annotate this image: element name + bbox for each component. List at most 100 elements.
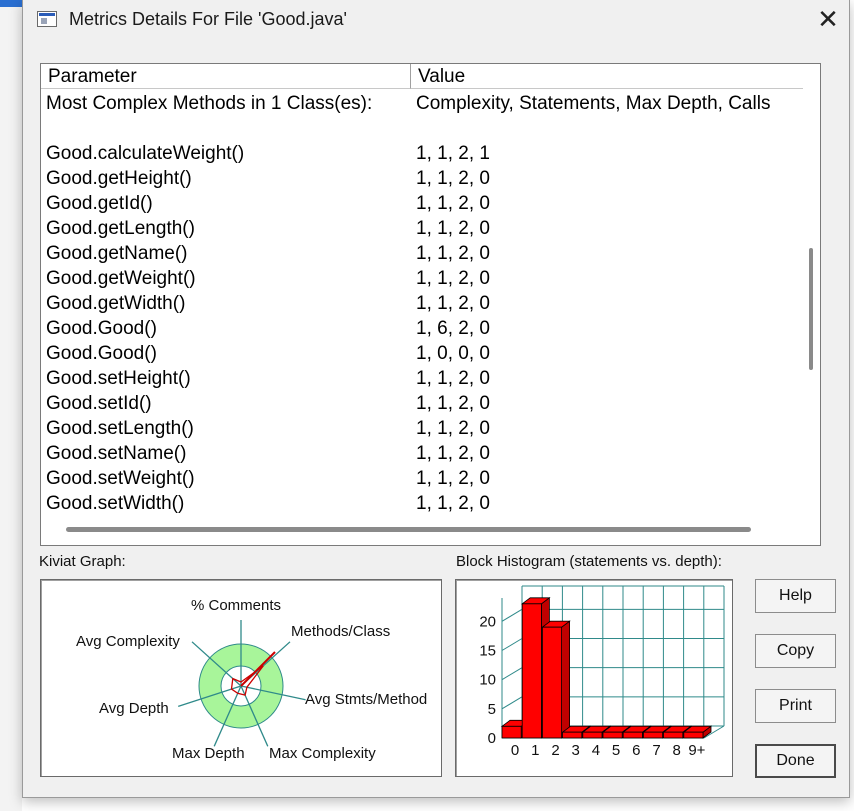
print-button[interactable]: Print xyxy=(755,689,836,723)
x-tick-label: 8 xyxy=(673,742,681,759)
column-header-parameter[interactable]: Parameter xyxy=(41,64,411,89)
axis-label-avg-depth: Avg Depth xyxy=(99,700,169,717)
window-title: Metrics Details For File 'Good.java' xyxy=(69,9,347,29)
parameter-cell: Good.getId() xyxy=(46,193,153,214)
x-tick-label: 9+ xyxy=(688,742,705,759)
value-cell: Complexity, Statements, Max Depth, Calls xyxy=(416,93,771,114)
x-tick-label: 3 xyxy=(572,742,580,759)
histogram-bar xyxy=(541,620,571,739)
app-window-icon xyxy=(37,11,57,27)
done-button[interactable]: Done xyxy=(755,744,836,778)
value-cell: 1, 1, 2, 0 xyxy=(416,368,490,389)
histogram-gridline xyxy=(501,608,523,622)
value-cell: 1, 0, 0, 0 xyxy=(416,343,490,364)
value-cell: 1, 1, 2, 0 xyxy=(416,418,490,439)
column-header-value[interactable]: Value xyxy=(411,64,803,89)
parameter-cell: Good.setWidth() xyxy=(46,493,185,514)
value-cell: 1, 1, 2, 0 xyxy=(416,443,490,464)
table-row[interactable]: Good.getWidth() 1, 1, 2, 0 xyxy=(41,291,803,316)
table-row[interactable]: Good.getId() 1, 1, 2, 0 xyxy=(41,191,803,216)
table-body: Most Complex Methods in 1 Class(es): Comp… xyxy=(41,91,803,516)
y-tick-label: 10 xyxy=(479,672,496,689)
parameter-cell: Good.getWeight() xyxy=(46,268,196,289)
vertical-scroll-thumb[interactable] xyxy=(809,248,813,370)
y-tick-label: 5 xyxy=(488,701,496,718)
table-row[interactable]: Good.getHeight() 1, 1, 2, 0 xyxy=(41,166,803,191)
parameter-cell: Good.getHeight() xyxy=(46,168,192,189)
close-button[interactable]: ✕ xyxy=(813,5,843,35)
axis-label-max-depth: Max Depth xyxy=(172,745,245,762)
y-tick-label: 20 xyxy=(479,613,496,630)
value-cell: 1, 1, 2, 0 xyxy=(416,468,490,489)
parameter-cell: Good.setId() xyxy=(46,393,152,414)
parameter-cell: Good.getWidth() xyxy=(46,293,186,314)
table-row[interactable] xyxy=(41,116,803,141)
value-cell: 1, 6, 2, 0 xyxy=(416,318,490,339)
table-row[interactable]: Good.Good() 1, 0, 0, 0 xyxy=(41,341,803,366)
axis-label-avg-complexity: Avg Complexity xyxy=(76,633,180,650)
y-tick-label: 15 xyxy=(479,643,496,660)
parameter-cell: Good.setWeight() xyxy=(46,468,195,489)
y-tick-label: 0 xyxy=(488,730,496,747)
parameter-cell: Good.calculateWeight() xyxy=(46,143,245,164)
parameter-cell: Good.setHeight() xyxy=(46,368,191,389)
table-row[interactable]: Good.setWeight() 1, 1, 2, 0 xyxy=(41,466,803,491)
table-row[interactable]: Good.calculateWeight() 1, 1, 2, 1 xyxy=(41,141,803,166)
table-row[interactable]: Good.setWidth() 1, 1, 2, 0 xyxy=(41,491,803,516)
x-tick-label: 5 xyxy=(612,742,620,759)
value-cell: 1, 1, 2, 0 xyxy=(416,393,490,414)
desktop-accent xyxy=(0,0,22,7)
block-histogram-label: Block Histogram (statements vs. depth): xyxy=(456,553,722,570)
value-cell: 1, 1, 2, 0 xyxy=(416,268,490,289)
desktop-background xyxy=(0,0,22,811)
x-tick-label: 1 xyxy=(531,742,539,759)
table-row[interactable]: Good.setHeight() 1, 1, 2, 0 xyxy=(41,366,803,391)
parameter-cell: Good.Good() xyxy=(46,343,157,364)
vertical-scrollbar[interactable] xyxy=(803,90,820,545)
parameter-cell: Good.setLength() xyxy=(46,418,194,439)
value-cell: 1, 1, 2, 1 xyxy=(416,143,490,164)
kiviat-graph-label: Kiviat Graph: xyxy=(39,553,126,570)
x-tick-label: 7 xyxy=(652,742,660,759)
table-row[interactable]: Good.getLength() 1, 1, 2, 0 xyxy=(41,216,803,241)
table-row[interactable]: Good.setName() 1, 1, 2, 0 xyxy=(41,441,803,466)
axis-label-max-complexity: Max Complexity xyxy=(269,745,376,762)
table-row[interactable]: Good.setId() 1, 1, 2, 0 xyxy=(41,391,803,416)
table-row[interactable]: Good.getName() 1, 1, 2, 0 xyxy=(41,241,803,266)
parameter-cell: Good.getLength() xyxy=(46,218,195,239)
value-cell: 1, 1, 2, 0 xyxy=(416,493,490,514)
title-bar[interactable]: Metrics Details For File 'Good.java' ✕ xyxy=(23,0,849,40)
table-row[interactable]: Good.Good() 1, 6, 2, 0 xyxy=(41,316,803,341)
histogram-gridline xyxy=(501,696,523,710)
horizontal-scroll-thumb[interactable] xyxy=(66,527,751,532)
horizontal-scrollbar[interactable] xyxy=(41,518,820,545)
value-cell: 1, 1, 2, 0 xyxy=(416,293,490,314)
parameter-cell: Good.Good() xyxy=(46,318,157,339)
axis-label-methods-class: Methods/Class xyxy=(291,623,390,640)
value-cell: 1, 1, 2, 0 xyxy=(416,193,490,214)
kiviat-graph-panel: % Comments Methods/Class Avg Stmts/Metho… xyxy=(40,579,442,777)
block-histogram-panel: 0 5 10 15 20 0 1 2 3 4 5 6 7 8 9+ xyxy=(455,579,733,777)
metrics-table[interactable]: Parameter Value Most Complex Methods in … xyxy=(40,63,821,546)
histogram-gridline xyxy=(501,667,523,681)
table-row[interactable]: Good.setLength() 1, 1, 2, 0 xyxy=(41,416,803,441)
x-tick-label: 4 xyxy=(592,742,600,759)
parameter-cell: Good.getName() xyxy=(46,243,188,264)
value-cell: 1, 1, 2, 0 xyxy=(416,168,490,189)
table-row[interactable]: Good.getWeight() 1, 1, 2, 0 xyxy=(41,266,803,291)
parameter-cell: Most Complex Methods in 1 Class(es): xyxy=(46,93,373,114)
help-button[interactable]: Help xyxy=(755,579,836,613)
copy-button[interactable]: Copy xyxy=(755,634,836,668)
kiviat-graph: % Comments Methods/Class Avg Stmts/Metho… xyxy=(76,597,427,762)
parameter-cell: Good.setName() xyxy=(46,443,187,464)
value-cell: 1, 1, 2, 0 xyxy=(416,243,490,264)
histogram-gridline xyxy=(501,638,523,651)
x-tick-label: 0 xyxy=(511,742,519,759)
x-tick-label: 2 xyxy=(551,742,559,759)
block-histogram-chart: 05101520 0 1 2 3 4 5 6 7 8 9+ xyxy=(479,585,725,759)
table-row[interactable]: Most Complex Methods in 1 Class(es): Comp… xyxy=(41,91,803,116)
axis-label-avg-stmts: Avg Stmts/Method xyxy=(305,691,427,708)
axis-label-comments: % Comments xyxy=(191,597,281,614)
metrics-details-dialog: Metrics Details For File 'Good.java' ✕ P… xyxy=(22,0,850,798)
value-cell: 1, 1, 2, 0 xyxy=(416,218,490,239)
